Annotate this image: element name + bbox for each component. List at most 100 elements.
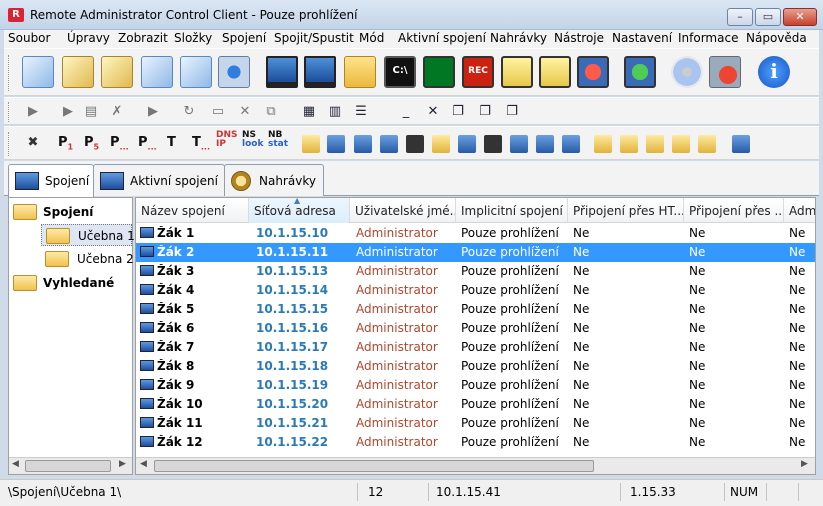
list-horizontal-scrollbar[interactable]: ◀ ▶ (136, 457, 815, 474)
tree-item-vyhledane[interactable]: Vyhledané (13, 272, 128, 294)
cancel-icon[interactable]: ✕ (236, 104, 254, 119)
tab-nahravky[interactable]: Nahrávky (224, 164, 324, 196)
scan-icon[interactable] (141, 56, 173, 88)
tab-spojeni[interactable]: Spojení (8, 164, 94, 197)
scroll-thumb[interactable] (25, 460, 111, 472)
telnet-icon[interactable]: C:\ (384, 56, 416, 88)
computer-icon[interactable] (354, 135, 372, 153)
arrange-icon[interactable]: ❐ (503, 104, 521, 119)
chart-icon[interactable] (423, 56, 455, 88)
table-row[interactable]: Žák 4 10.1.15.14 Administrator Pouze prohlí… (136, 281, 815, 300)
tree-item-ucebna-1[interactable]: Učebna 1 (41, 224, 135, 246)
globe-icon[interactable] (458, 135, 476, 153)
ping-1-button[interactable]: P1 (58, 135, 73, 152)
close-all-icon[interactable]: ✕ (424, 104, 442, 119)
menu-slozky[interactable]: Složky (174, 31, 212, 45)
terminal-icon[interactable] (484, 135, 502, 153)
document-icon[interactable] (180, 56, 212, 88)
play-icon[interactable]: ▶ (24, 104, 42, 119)
drive-c-icon[interactable] (594, 135, 612, 153)
connect-icon[interactable] (406, 135, 424, 153)
menu-spojeni[interactable]: Spojení (222, 31, 266, 45)
minimize-button[interactable]: – (727, 8, 753, 26)
disc-icon[interactable] (671, 56, 703, 88)
table-row[interactable]: Žák 9 10.1.15.19 Administrator Pouze prohlí… (136, 376, 815, 395)
shutdown-icon[interactable] (577, 56, 609, 88)
view-only-icon[interactable] (304, 56, 336, 88)
copy-icon[interactable]: ⧉ (262, 104, 280, 119)
column-adm[interactable]: Adm (784, 198, 815, 223)
table-row[interactable]: Žák 2 10.1.15.11 Administrator Pouze prohlí… (136, 243, 815, 262)
table-row[interactable]: Žák 3 10.1.15.13 Administrator Pouze prohlí… (136, 262, 815, 281)
close-button[interactable]: ✕ (783, 8, 817, 26)
toolbar-grip[interactable] (8, 102, 11, 122)
rename-icon[interactable]: ▭ (209, 104, 227, 119)
people-icon[interactable] (432, 135, 450, 153)
table-row[interactable]: Žák 10 10.1.15.20 Administrator Pouze prohl… (136, 395, 815, 414)
server-icon[interactable] (510, 135, 528, 153)
menu-nastaveni[interactable]: Nastavení (612, 31, 672, 45)
find-icon[interactable] (101, 56, 133, 88)
tree-horizontal-scrollbar[interactable]: ◀ ▶ (9, 457, 132, 474)
drive-d-icon[interactable] (620, 135, 638, 153)
file-transfer-icon[interactable] (344, 56, 376, 88)
cascade-icon[interactable]: ❐ (449, 104, 467, 119)
chat-icon[interactable] (539, 56, 571, 88)
column-uzivatelske-jmeno[interactable]: Uživatelské jmé... (350, 198, 456, 223)
scroll-right-icon[interactable]: ▶ (801, 459, 808, 469)
scroll-left-icon[interactable]: ◀ (12, 459, 19, 469)
table-row[interactable]: Žák 11 10.1.15.21 Administrator Pouze prohl… (136, 414, 815, 433)
tree-item-ucebna-2[interactable]: Učebna 2 (45, 248, 134, 270)
menu-upravy[interactable]: Úpravy (67, 31, 110, 45)
disconnect-icon[interactable] (709, 56, 741, 88)
menu-mod[interactable]: Mód (359, 31, 384, 45)
table-row[interactable]: Žák 1 10.1.15.10 Administrator Pouze prohlí… (136, 224, 815, 243)
menu-nastroje[interactable]: Nástroje (554, 31, 604, 45)
user-icon[interactable] (380, 135, 398, 153)
scroll-thumb[interactable] (154, 460, 594, 472)
table-row[interactable]: Žák 5 10.1.15.15 Administrator Pouze prohlí… (136, 300, 815, 319)
tree-item-spojeni[interactable]: Spojení (13, 201, 128, 223)
refresh-icon[interactable]: ↻ (180, 104, 198, 119)
column-implicitni-spojeni[interactable]: Implicitní spojení (456, 198, 568, 223)
network-icon[interactable] (327, 135, 345, 153)
table-row[interactable]: Žák 12 10.1.15.22 Administrator Pouze prohl… (136, 433, 815, 452)
toolbar-grip[interactable] (8, 132, 11, 156)
open-folder-icon[interactable]: ▤ (82, 104, 100, 119)
delete-icon[interactable]: ✗ (108, 104, 126, 119)
ns-lookup-button[interactable]: NS look (242, 131, 263, 149)
monitor-icon[interactable] (536, 135, 554, 153)
menu-informace[interactable]: Informace (678, 31, 738, 45)
play-icon[interactable]: ▶ (144, 104, 162, 119)
column-pripojeni-ht[interactable]: Připojení přes HT... (568, 198, 684, 223)
column-sitova-adresa[interactable]: ▲ Síťová adresa (249, 198, 350, 223)
column-nazev-spojeni[interactable]: Název spojení (136, 198, 249, 223)
address-book-icon[interactable] (22, 56, 54, 88)
menu-aktivni-spojeni[interactable]: Aktivní spojení (398, 31, 486, 45)
minimize-all-icon[interactable]: _ (397, 104, 415, 119)
ping-continuous-button[interactable]: P... (110, 135, 129, 152)
message-icon[interactable] (501, 56, 533, 88)
drive-remove-icon[interactable] (698, 135, 716, 153)
scroll-right-icon[interactable]: ▶ (119, 459, 126, 469)
large-icons-view-icon[interactable]: ▦ (300, 104, 318, 119)
trace-custom-button[interactable]: T... (192, 135, 210, 152)
maximize-button[interactable]: ▭ (755, 8, 781, 26)
power-on-icon[interactable] (624, 56, 656, 88)
column-pripojeni-pres[interactable]: Připojení přes ... (684, 198, 784, 223)
tools-icon[interactable]: ✖ (24, 135, 42, 150)
scroll-left-icon[interactable]: ◀ (140, 459, 147, 469)
settings-icon[interactable] (218, 56, 250, 88)
menu-soubor[interactable]: Soubor (8, 31, 50, 45)
menu-zobrazit[interactable]: Zobrazit (118, 31, 168, 45)
drive-f-icon[interactable] (672, 135, 690, 153)
tile-icon[interactable]: ❐ (476, 104, 494, 119)
exchange-icon[interactable] (732, 135, 750, 153)
menu-spojit-spustit[interactable]: Spojit/Spustit (274, 31, 354, 45)
info-icon[interactable]: i (758, 56, 790, 88)
small-icons-view-icon[interactable]: ▥ (326, 104, 344, 119)
list-view-icon[interactable]: ☰ (352, 104, 370, 119)
box-icon[interactable] (562, 135, 580, 153)
full-control-icon[interactable] (266, 56, 298, 88)
tab-aktivni-spojeni[interactable]: Aktivní spojení (93, 164, 225, 196)
